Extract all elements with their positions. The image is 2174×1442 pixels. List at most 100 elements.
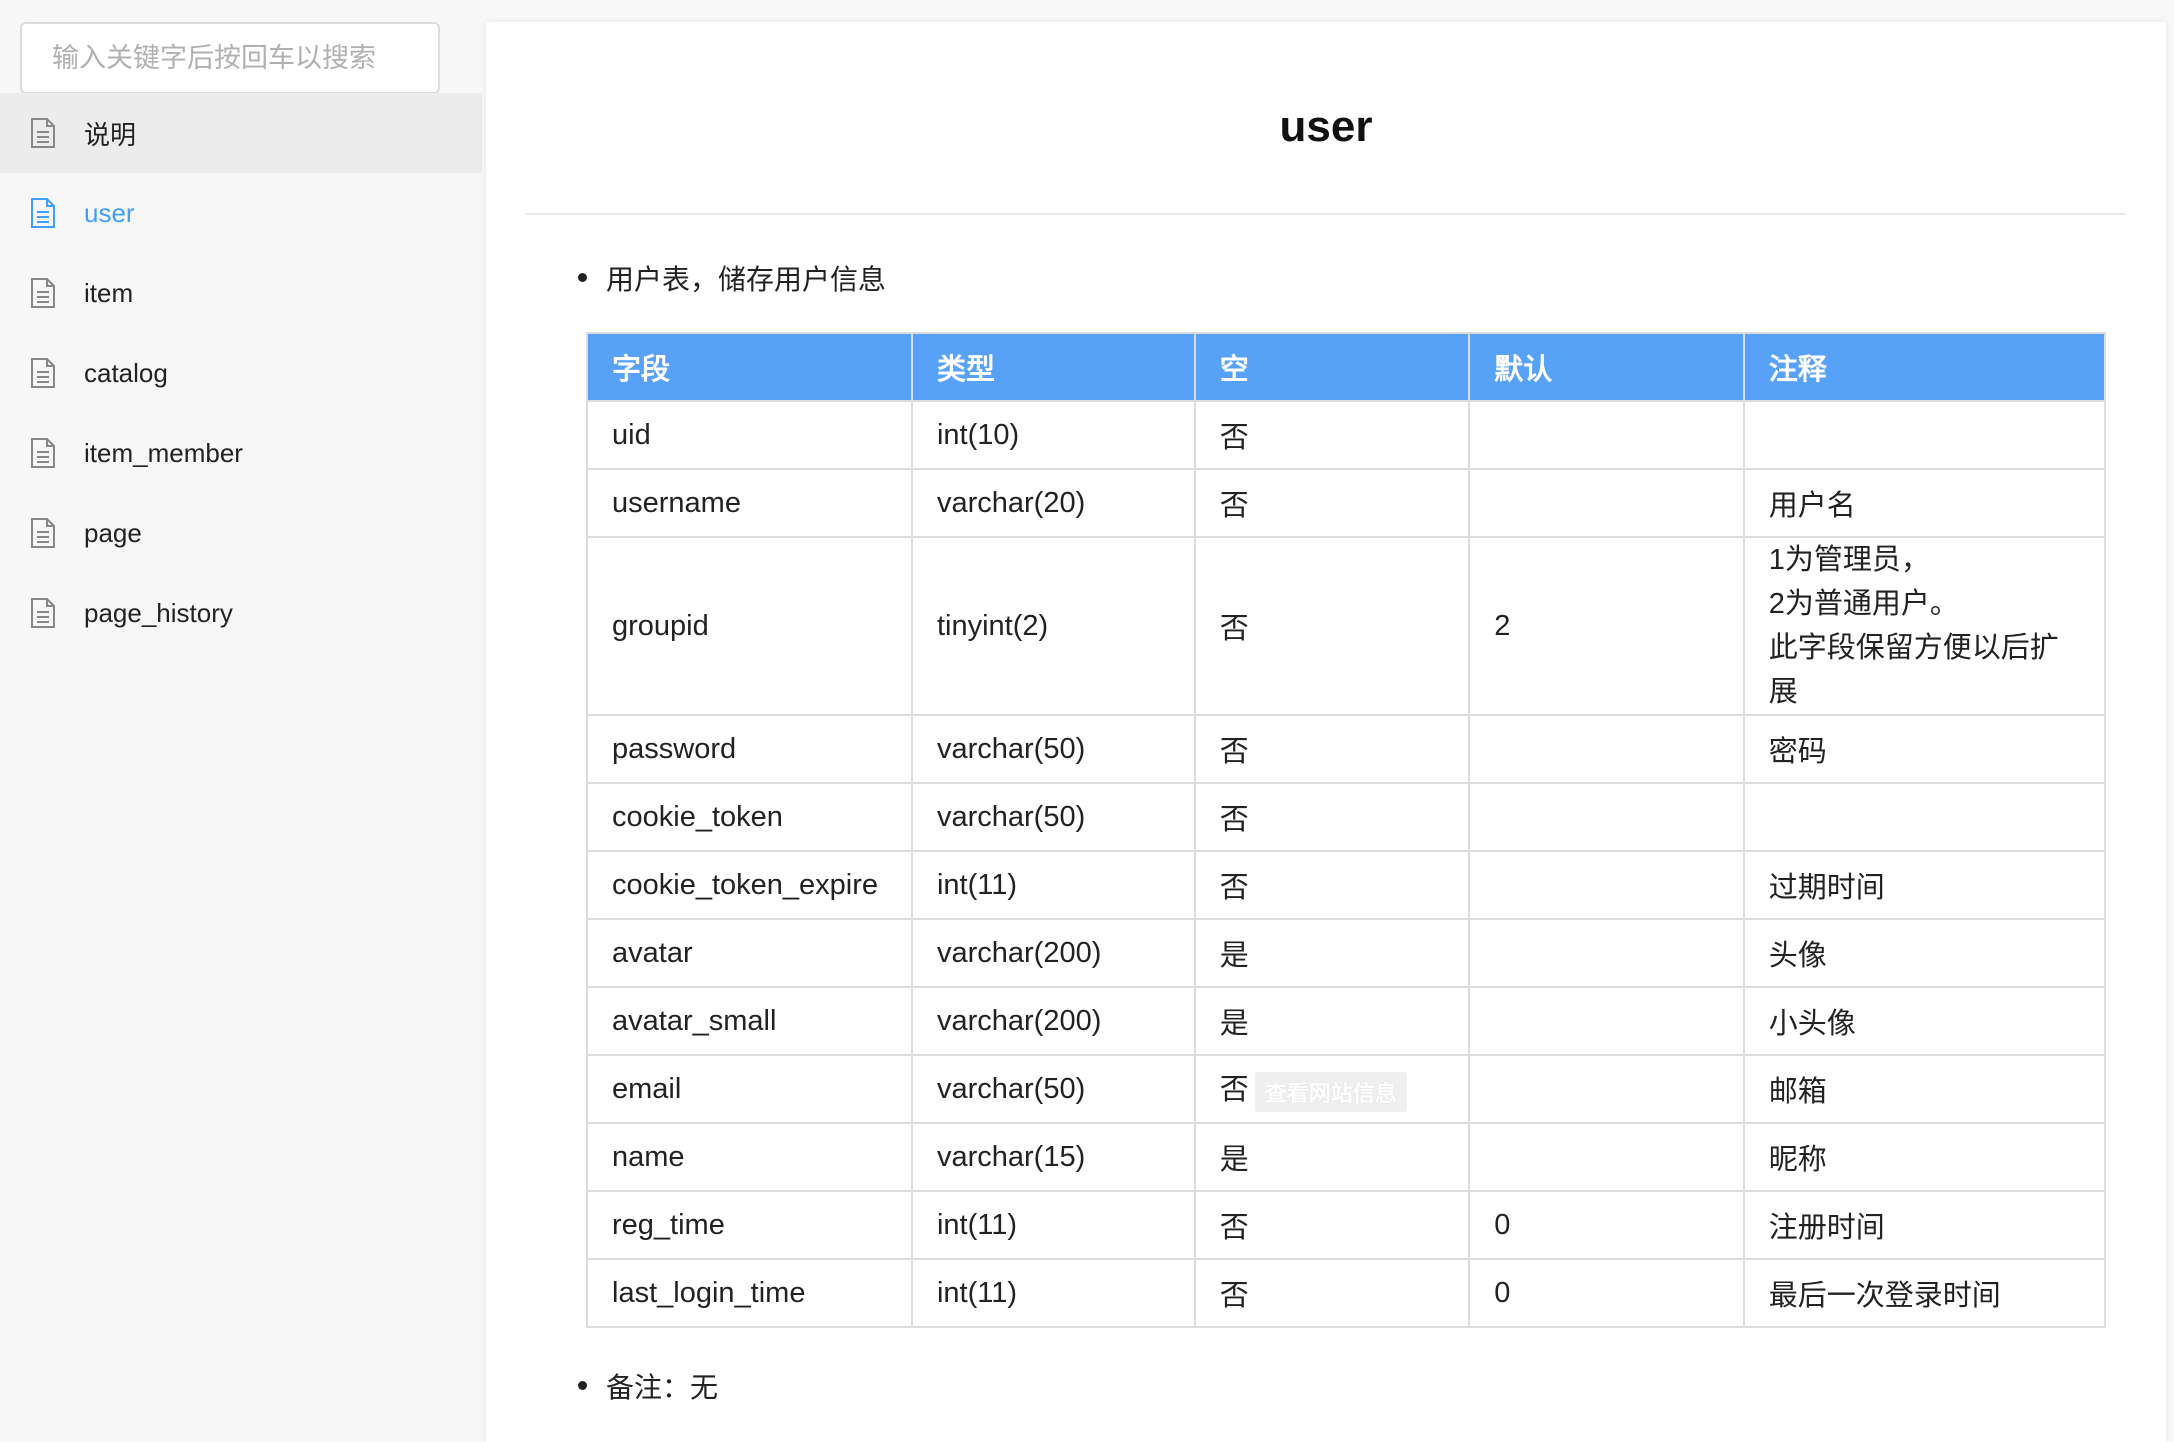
cell-type: varchar(50) (910, 1054, 1196, 1124)
cell-field: password (586, 714, 913, 784)
cell-field: avatar (586, 918, 913, 988)
cell-nullable: 是 (1193, 986, 1471, 1056)
cell-default: 2 (1468, 536, 1745, 716)
cell-type: int(11) (910, 1258, 1196, 1328)
table-description: 用户表，储存用户信息 (577, 258, 886, 298)
content-panel: user 用户表，储存用户信息 字段 类型 空 默认 注释 uid int(10… (486, 22, 2166, 1442)
cell-comment: 用户名 (1742, 468, 2107, 538)
cell-nullable: 否 (1193, 400, 1471, 470)
sidebar-item-label: item_member (84, 437, 243, 468)
comment-line: 2为普通用户。 (1768, 588, 1959, 620)
search-input[interactable] (22, 24, 438, 92)
cell-type: varchar(50) (910, 714, 1196, 784)
cell-field: avatar_small (586, 986, 913, 1056)
sidebar-nav: 说明 user item catalog item_member page pa… (0, 93, 482, 653)
sidebar-item-label: page_history (84, 597, 233, 628)
cell-type: int(10) (910, 400, 1196, 470)
column-header-type: 类型 (910, 332, 1196, 402)
column-header-comment: 注释 (1742, 332, 2107, 402)
document-icon (31, 358, 55, 388)
table-note: 备注：无 (577, 1366, 718, 1406)
table-header-row: 字段 类型 空 默认 注释 (586, 332, 2107, 402)
cell-type: varchar(200) (910, 986, 1196, 1056)
cell-default (1468, 468, 1745, 538)
cell-type: varchar(200) (910, 918, 1196, 988)
cell-comment: 昵称 (1742, 1122, 2107, 1192)
cell-comment: 过期时间 (1742, 850, 2107, 920)
cell-default: 0 (1468, 1190, 1745, 1260)
sidebar-item-catalog[interactable]: catalog (0, 333, 482, 413)
table-row: uid int(10) 否 (586, 400, 2107, 470)
cell-comment: 头像 (1742, 918, 2107, 988)
cell-type: varchar(20) (910, 468, 1196, 538)
cell-type: varchar(50) (910, 782, 1196, 852)
column-header-default: 默认 (1468, 332, 1745, 402)
column-header-nullable: 空 (1193, 332, 1471, 402)
cell-default (1468, 400, 1745, 470)
cell-comment (1742, 782, 2107, 852)
cell-comment: 小头像 (1742, 986, 2107, 1056)
fields-table: 字段 类型 空 默认 注释 uid int(10) 否 username var… (586, 332, 2107, 1328)
column-header-field: 字段 (586, 332, 913, 402)
cell-nullable: 否 (1193, 714, 1471, 784)
cell-nullable: 否 (1193, 536, 1471, 716)
cell-type: int(11) (910, 850, 1196, 920)
cell-default (1468, 850, 1745, 920)
cell-type: varchar(15) (910, 1122, 1196, 1192)
table-row: last_login_time int(11) 否 0 最后一次登录时间 (586, 1258, 2107, 1328)
document-icon (31, 278, 55, 308)
sidebar-item-page[interactable]: page (0, 493, 482, 573)
document-icon (31, 598, 55, 628)
cell-default (1468, 986, 1745, 1056)
sidebar-item-label: item (84, 277, 134, 308)
document-icon (31, 198, 55, 228)
cell-field: cookie_token_expire (586, 850, 913, 920)
sidebar-item-user[interactable]: user (0, 173, 482, 253)
comment-line: 1为管理员， (1768, 544, 1930, 576)
cell-nullable: 否 (1193, 468, 1471, 538)
cell-nullable: 是 (1193, 918, 1471, 988)
document-icon (31, 518, 55, 548)
comment-line: 此字段保留方便以后扩展 (1768, 632, 2059, 708)
sidebar-item-label: 说明 (84, 119, 137, 150)
document-icon (31, 118, 55, 148)
sidebar-item-label: catalog (84, 357, 168, 388)
table-row: reg_time int(11) 否 0 注册时间 (586, 1190, 2107, 1260)
cell-nullable-value: 否 (1219, 1074, 1249, 1107)
search-box (20, 22, 440, 94)
cell-nullable: 否查看网站信息 (1193, 1054, 1471, 1124)
cell-default (1468, 1054, 1745, 1124)
cell-nullable: 否 (1193, 1190, 1471, 1260)
cell-default (1468, 782, 1745, 852)
sidebar-item-item-member[interactable]: item_member (0, 413, 482, 493)
sidebar-item-label: user (84, 197, 135, 228)
table-row: avatar varchar(200) 是 头像 (586, 918, 2107, 988)
sidebar-item-readme[interactable]: 说明 (0, 93, 482, 173)
site-info-tooltip[interactable]: 查看网站信息 (1254, 1071, 1407, 1112)
cell-field: email (586, 1054, 913, 1124)
table-row: username varchar(20) 否 用户名 (586, 468, 2107, 538)
cell-field: groupid (586, 536, 913, 716)
cell-nullable: 是 (1193, 1122, 1471, 1192)
cell-comment: 邮箱 (1742, 1054, 2107, 1124)
table-row: name varchar(15) 是 昵称 (586, 1122, 2107, 1192)
table-row: cookie_token varchar(50) 否 (586, 782, 2107, 852)
cell-type: int(11) (910, 1190, 1196, 1260)
cell-nullable: 否 (1193, 850, 1471, 920)
sidebar-item-item[interactable]: item (0, 253, 482, 333)
cell-nullable: 否 (1193, 782, 1471, 852)
cell-field: username (586, 468, 913, 538)
cell-comment: 最后一次登录时间 (1742, 1258, 2107, 1328)
table-row: email varchar(50) 否查看网站信息 邮箱 (586, 1054, 2107, 1124)
table-row: avatar_small varchar(200) 是 小头像 (586, 986, 2107, 1056)
cell-field: reg_time (586, 1190, 913, 1260)
sidebar-item-page-history[interactable]: page_history (0, 573, 482, 653)
cell-field: last_login_time (586, 1258, 913, 1328)
cell-comment: 1为管理员， 2为普通用户。 此字段保留方便以后扩展 (1742, 536, 2107, 716)
cell-comment: 密码 (1742, 714, 2107, 784)
cell-default (1468, 714, 1745, 784)
sidebar: 说明 user item catalog item_member page pa… (0, 0, 482, 1438)
cell-default (1468, 918, 1745, 988)
sidebar-item-label: page (84, 517, 142, 548)
table-row: password varchar(50) 否 密码 (586, 714, 2107, 784)
